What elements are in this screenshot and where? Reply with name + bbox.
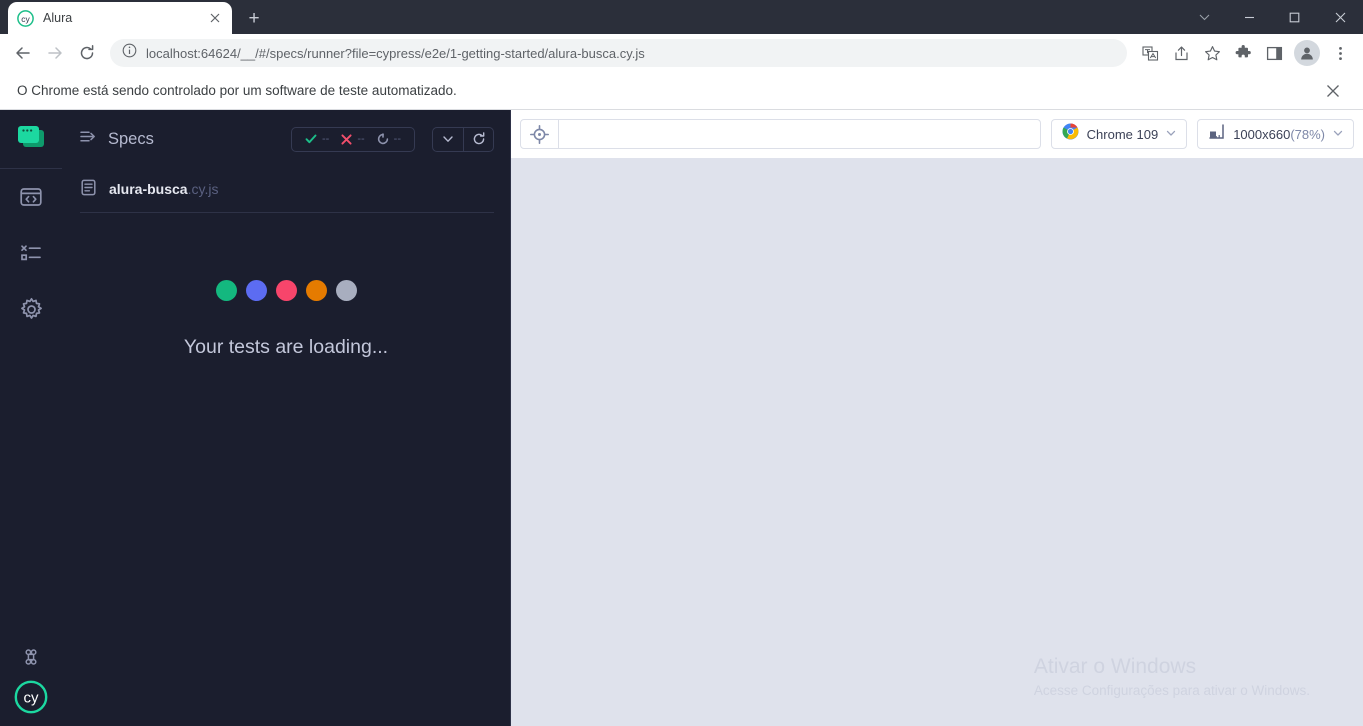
spec-extension: .cy.js (187, 181, 219, 197)
status-value-pending: -- (393, 133, 401, 145)
tab-search-icon[interactable] (1182, 0, 1227, 34)
close-window-button[interactable] (1317, 0, 1363, 34)
status-value-failed: -- (357, 133, 365, 145)
runner-url-group (520, 119, 1041, 149)
x-icon (341, 133, 352, 145)
spec-status-summary: -- -- -- (291, 126, 415, 152)
browser-name: Chrome 109 (1086, 126, 1159, 142)
status-value-passed: -- (322, 133, 330, 145)
list-item[interactable]: alura-busca.cy.js (62, 168, 510, 212)
browser-tab-strip: cy Alura + (0, 0, 1363, 34)
status-badge-failed: -- (335, 133, 370, 145)
loading-state: Your tests are loading... (62, 213, 510, 726)
sidebar-item-specs[interactable] (0, 169, 62, 225)
loading-dot (215, 280, 237, 301)
loading-dot (275, 280, 297, 301)
url-text: localhost:64624/__/#/specs/runner?file=c… (146, 45, 645, 61)
specs-header: Specs -- -- -- (62, 110, 510, 168)
loading-dot (305, 280, 327, 301)
sidebar-item-runs[interactable] (0, 225, 62, 281)
command-key-icon[interactable] (21, 647, 41, 672)
loading-text: Your tests are loading... (183, 336, 389, 358)
close-icon[interactable] (206, 10, 223, 27)
viewport-picker[interactable]: 1000x660(78%) (1197, 119, 1354, 149)
chrome-logo (1062, 123, 1079, 145)
chevron-down-icon (1166, 128, 1176, 141)
specs-actions (432, 126, 494, 152)
project-logo-icon[interactable] (14, 123, 48, 155)
maximize-button[interactable] (1272, 0, 1317, 34)
sidebar-item-settings[interactable] (0, 281, 62, 337)
cypress-favicon: cy (17, 9, 34, 27)
status-badge-pending: -- (371, 133, 407, 145)
loading-dot (245, 280, 267, 301)
file-icon (80, 179, 97, 201)
runner-viewport: Ativar o Windows Acesse Configurações pa… (511, 158, 1363, 726)
browser-tab[interactable]: cy Alura (8, 2, 232, 34)
refresh-icon[interactable] (463, 127, 493, 151)
cypress-app: cy Specs -- -- -- alura-busca.cy.js Your… (0, 110, 1363, 726)
rail-bottom-group: cy (0, 647, 62, 714)
omnibox-actions (1135, 38, 1355, 68)
extensions-icon[interactable] (1228, 38, 1258, 68)
window-controls (1182, 0, 1363, 34)
back-arrow-icon[interactable] (8, 38, 38, 68)
watermark-subtitle: Acesse Configurações para ativar o Windo… (1033, 683, 1310, 698)
windows-activation-watermark: Ativar o Windows Acesse Configurações pa… (1034, 655, 1310, 698)
runner-toolbar: Chrome 109 1000x660(78%) (511, 110, 1363, 158)
loading-dots (215, 280, 357, 301)
check-icon (305, 133, 317, 145)
viewport-scale: (78%) (1290, 126, 1325, 142)
svg-text:cy: cy (21, 14, 30, 24)
share-icon[interactable] (1166, 38, 1196, 68)
browser-picker[interactable]: Chrome 109 (1050, 119, 1188, 149)
viewport-size: 1000x660(78%) (1233, 126, 1325, 142)
translate-icon[interactable] (1135, 38, 1165, 68)
reload-icon[interactable] (72, 38, 102, 68)
page-title: Specs (108, 129, 154, 148)
cypress-logo[interactable]: cy (14, 680, 48, 714)
minimize-button[interactable] (1227, 0, 1272, 34)
forward-arrow-icon[interactable] (40, 38, 70, 68)
sidebar-nav-rail: cy (0, 110, 62, 726)
test-runner-panel: Chrome 109 1000x660(78%) Ativar o Window… (511, 110, 1363, 726)
spec-filename: alura-busca.cy.js (109, 181, 218, 199)
chevron-down-icon (1333, 128, 1343, 141)
spec-name: alura-busca (109, 181, 188, 197)
address-bar[interactable]: localhost:64624/__/#/specs/runner?file=c… (110, 39, 1127, 67)
pending-icon (377, 133, 389, 145)
tab-title: Alura (43, 11, 73, 25)
specs-arrow-icon (80, 128, 97, 150)
site-info-icon[interactable] (122, 43, 137, 63)
chrome-menu-icon[interactable] (1325, 38, 1355, 68)
specs-panel: Specs -- -- -- alura-busca.cy.js Your te… (62, 110, 511, 726)
svg-text:cy: cy (24, 690, 40, 707)
status-badge-passed: -- (299, 133, 335, 145)
automation-message: O Chrome está sendo controlado por um so… (17, 83, 457, 98)
side-panel-icon[interactable] (1259, 38, 1289, 68)
viewport-ruler-icon (1208, 123, 1225, 145)
loading-dot (335, 280, 357, 301)
new-tab-button[interactable]: + (240, 4, 268, 32)
selector-playground-icon[interactable] (521, 120, 559, 148)
browser-toolbar: localhost:64624/__/#/specs/runner?file=c… (0, 34, 1363, 72)
profile-avatar[interactable] (1294, 40, 1320, 66)
automation-infobar: O Chrome está sendo controlado por um so… (0, 72, 1363, 110)
specs-title-group: Specs (80, 128, 281, 150)
close-icon[interactable] (1320, 78, 1346, 104)
bookmark-star-icon[interactable] (1197, 38, 1227, 68)
watermark-title: Ativar o Windows (1033, 655, 1197, 678)
runner-url-input[interactable] (559, 120, 1040, 148)
chevron-down-icon[interactable] (433, 128, 463, 151)
